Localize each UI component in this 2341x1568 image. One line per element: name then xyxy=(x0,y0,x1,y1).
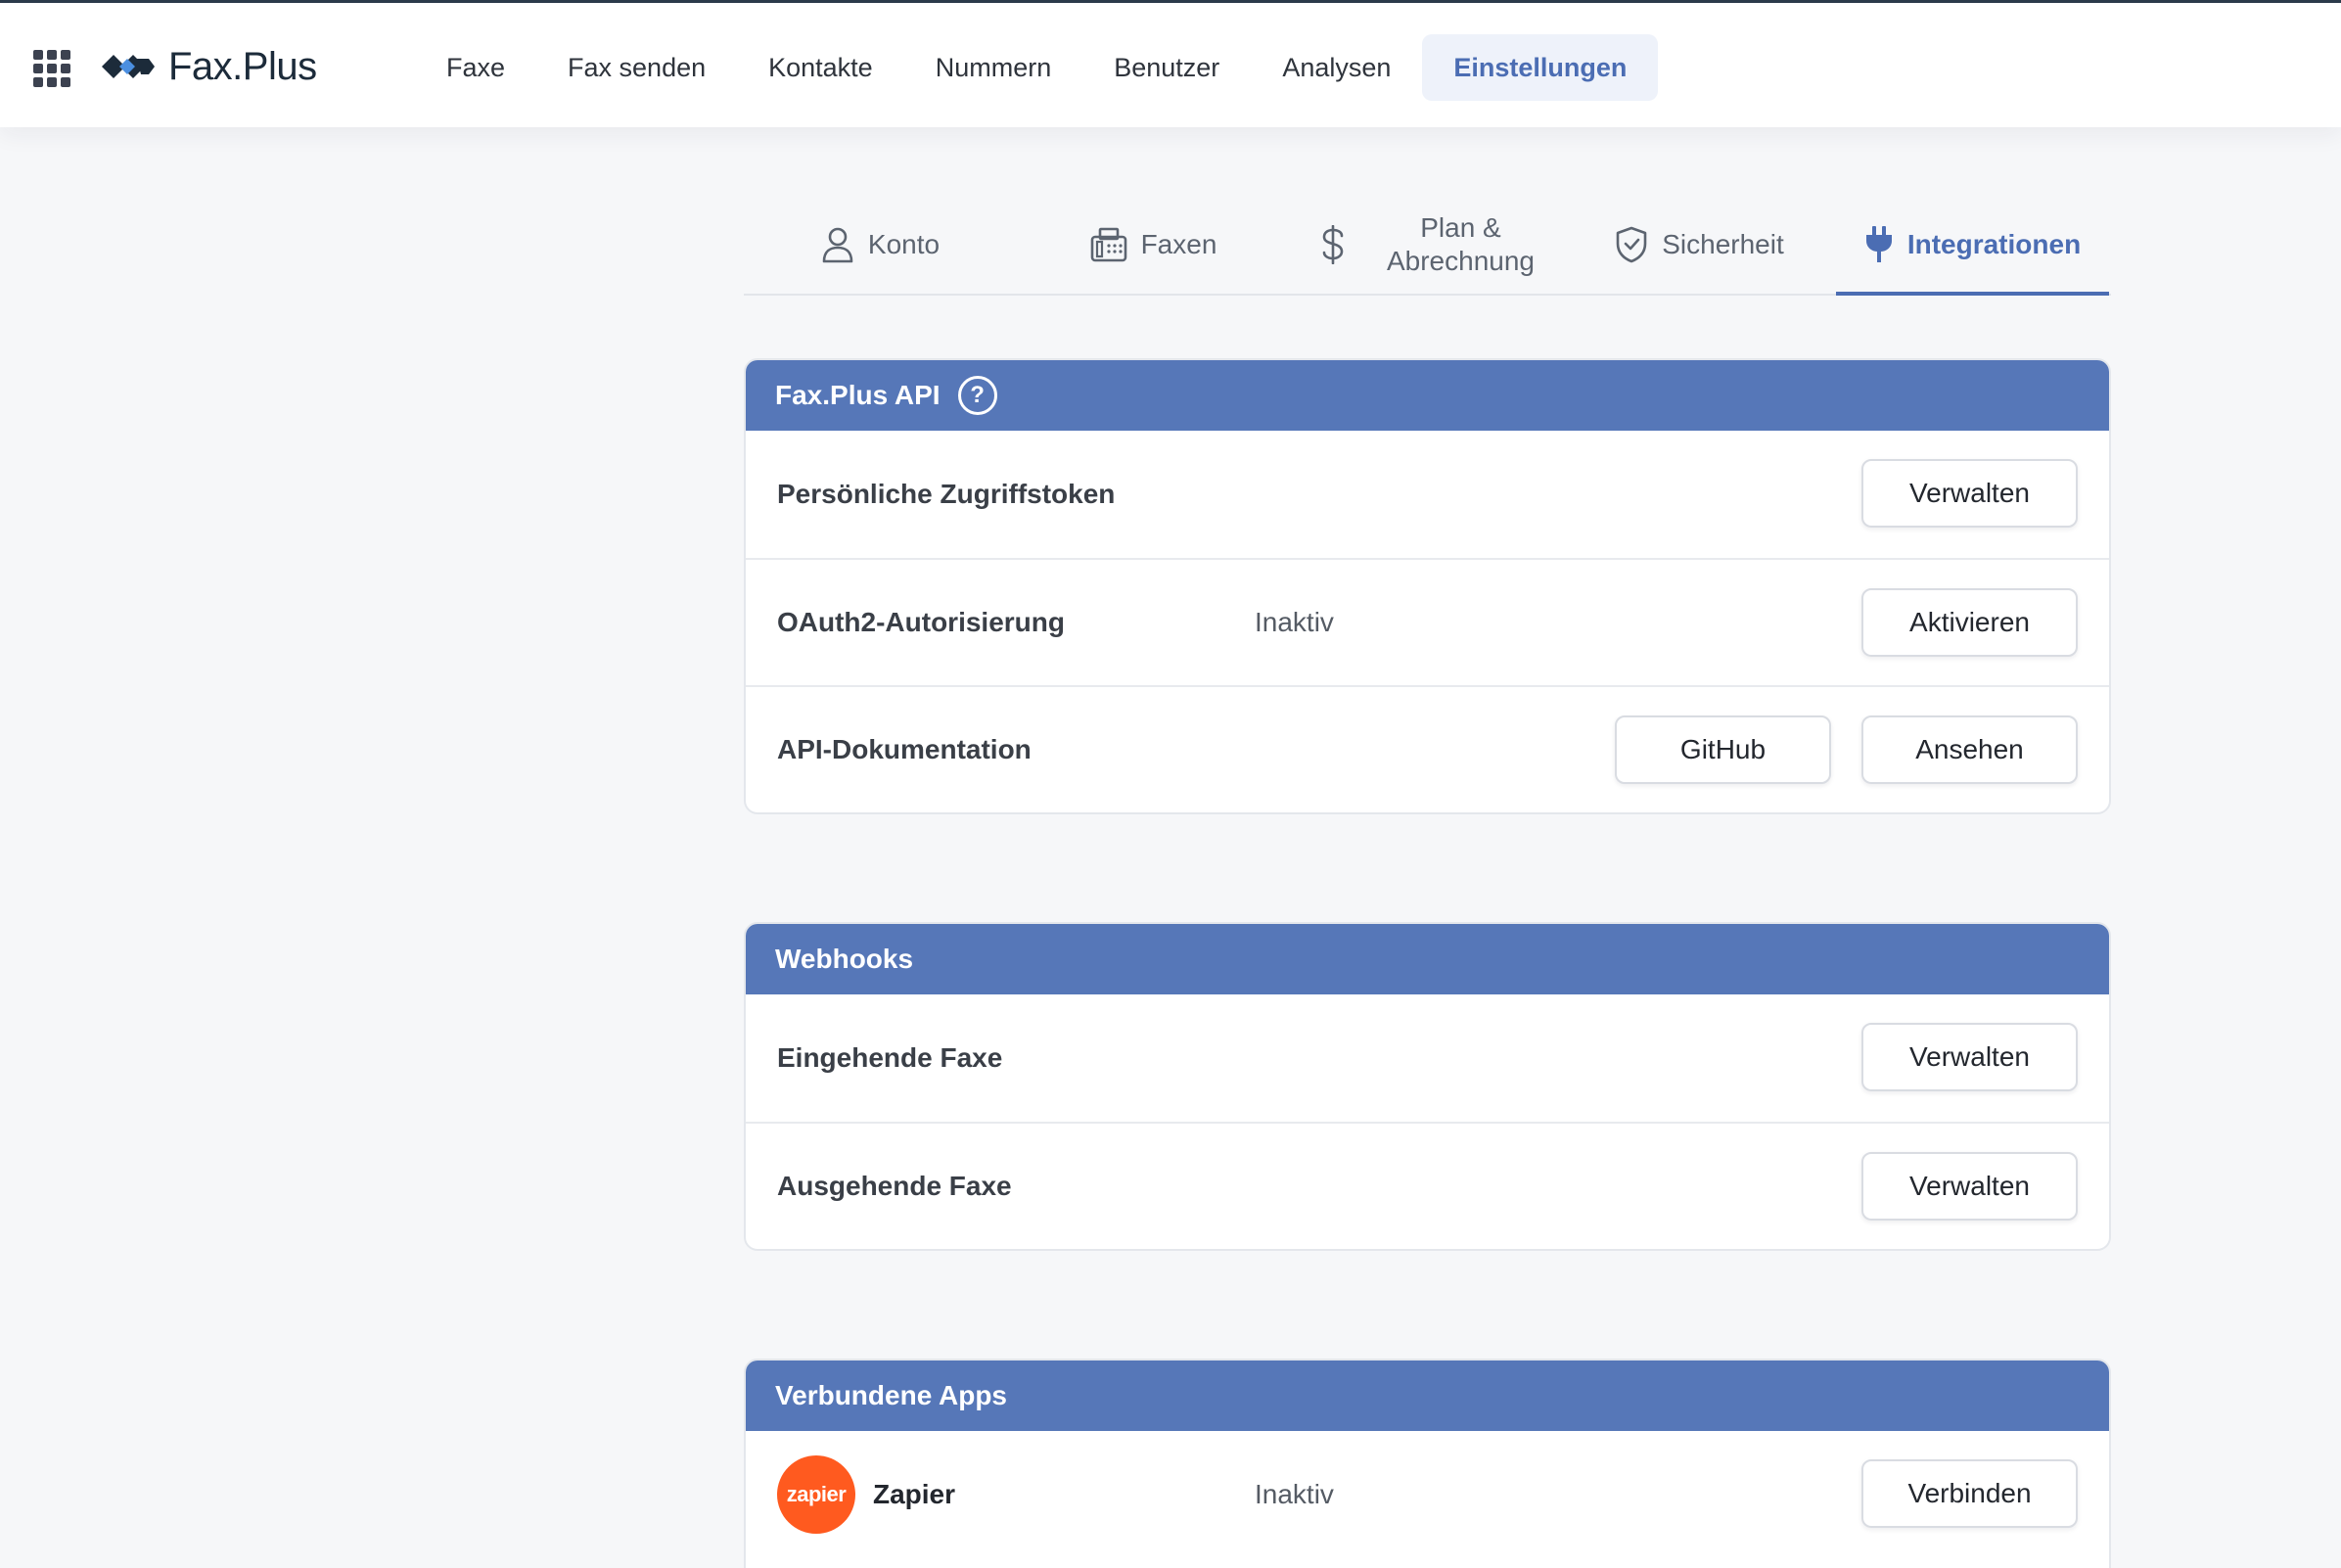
help-icon[interactable]: ? xyxy=(957,376,997,415)
status-text: Inaktiv xyxy=(1255,1479,1334,1509)
github-button[interactable]: GitHub xyxy=(1615,715,1831,784)
row-label: API-Dokumentation xyxy=(777,734,1032,764)
fax-icon xyxy=(1090,227,1126,262)
connected-apps-card: Verbundene Apps zapier Zapier Inaktiv Ve… xyxy=(744,1359,2111,1568)
tab-sicherheit[interactable]: Sicherheit xyxy=(1563,196,1836,294)
brand-name: Fax.Plus xyxy=(168,44,317,88)
row-oauth2: OAuth2-Autorisierung Inaktiv Aktivieren xyxy=(746,558,2109,685)
nav-benutzer[interactable]: Benutzer xyxy=(1082,34,1251,101)
manage-incoming-button[interactable]: Verwalten xyxy=(1861,1023,2078,1091)
status-text: Inaktiv xyxy=(1255,607,1334,637)
zapier-logo: zapier xyxy=(777,1455,855,1534)
row-api-docs: API-Dokumentation GitHub Ansehen xyxy=(746,685,2109,812)
tab-sicherheit-label: Sicherheit xyxy=(1662,229,1784,259)
tab-integrationen-label: Integrationen xyxy=(1906,229,2082,259)
webhooks-card: Webhooks Eingehende Faxe Verwalten Ausge… xyxy=(744,922,2111,1251)
nav-einstellungen[interactable]: Einstellungen xyxy=(1422,34,1659,101)
tab-plan-label: Plan & Abrechnung xyxy=(1387,211,1535,278)
row-label: OAuth2-Autorisierung xyxy=(777,607,1065,637)
app-launcher-grid-icon[interactable] xyxy=(33,50,70,87)
row-label: Eingehende Faxe xyxy=(777,1042,1003,1073)
api-card: Fax.Plus API ? Persönliche Zugriffstoken… xyxy=(744,358,2111,814)
webhooks-card-header: Webhooks xyxy=(746,924,2109,994)
apps-card-header: Verbundene Apps xyxy=(746,1360,2109,1431)
settings-tabs: Konto Faxen Plan & Abrechnung Sicherheit xyxy=(744,196,2111,296)
row-label: Zapier xyxy=(873,1479,956,1509)
activate-oauth2-button[interactable]: Aktivieren xyxy=(1861,588,2078,657)
tab-faxen-label: Faxen xyxy=(1140,229,1217,259)
row-incoming-faxes: Eingehende Faxe Verwalten xyxy=(746,994,2109,1122)
api-card-title: Fax.Plus API xyxy=(775,380,941,410)
tab-faxen[interactable]: Faxen xyxy=(1017,196,1290,294)
row-label: Persönliche Zugriffstoken xyxy=(777,479,1116,509)
tab-plan-label-line1: Plan & xyxy=(1420,212,1501,243)
fax-plus-logo-icon xyxy=(102,55,155,78)
row-personal-access-tokens: Persönliche Zugriffstoken Verwalten xyxy=(746,431,2109,558)
main-menu: Faxe Fax senden Kontakte Nummern Benutze… xyxy=(415,34,1659,101)
nav-kontakte[interactable]: Kontakte xyxy=(737,34,904,101)
tab-konto[interactable]: Konto xyxy=(744,196,1017,294)
nav-fax-senden[interactable]: Fax senden xyxy=(536,34,737,101)
tab-plan-abrechnung[interactable]: Plan & Abrechnung xyxy=(1290,196,1563,294)
apps-card-title: Verbundene Apps xyxy=(775,1380,1008,1410)
shield-icon xyxy=(1616,226,1647,263)
brand-logo[interactable]: Fax.Plus xyxy=(98,40,317,93)
manage-outgoing-button[interactable]: Verwalten xyxy=(1861,1152,2078,1221)
plug-icon xyxy=(1865,226,1892,262)
nav-faxe[interactable]: Faxe xyxy=(415,34,536,101)
view-docs-button[interactable]: Ansehen xyxy=(1861,715,2078,784)
row-label: Ausgehende Faxe xyxy=(777,1171,1012,1201)
connect-zapier-button[interactable]: Verbinden xyxy=(1861,1459,2078,1528)
webhooks-card-title: Webhooks xyxy=(775,944,914,974)
api-card-header: Fax.Plus API ? xyxy=(746,360,2109,431)
dollar-icon xyxy=(1322,225,1344,264)
tab-integrationen[interactable]: Integrationen xyxy=(1836,196,2109,296)
top-navigation-bar: Fax.Plus Faxe Fax senden Kontakte Nummer… xyxy=(0,0,2341,127)
tab-plan-label-line2: Abrechnung xyxy=(1386,246,1535,276)
tab-konto-label: Konto xyxy=(867,229,941,259)
row-outgoing-faxes: Ausgehende Faxe Verwalten xyxy=(746,1122,2109,1249)
manage-tokens-button[interactable]: Verwalten xyxy=(1861,459,2078,528)
nav-analysen[interactable]: Analysen xyxy=(1251,34,1422,101)
row-zapier: zapier Zapier Inaktiv Verbinden xyxy=(746,1431,2109,1558)
user-icon xyxy=(822,227,853,263)
nav-nummern[interactable]: Nummern xyxy=(904,34,1083,101)
